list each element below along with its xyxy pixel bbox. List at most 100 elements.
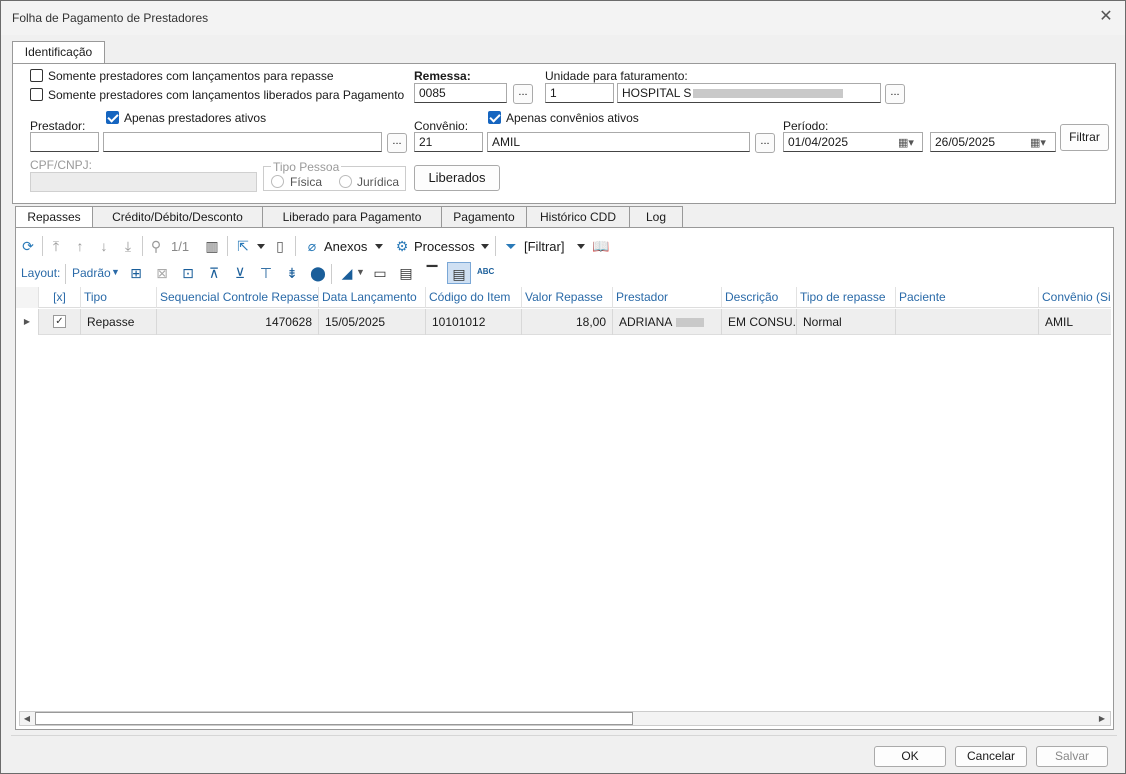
scroll-left-icon[interactable]: ◀ — [21, 712, 33, 725]
checkbox-prestadores-ativos[interactable] — [106, 111, 119, 124]
anexos-button[interactable]: Anexos — [324, 239, 367, 254]
last-record-icon[interactable]: ⤓ — [120, 238, 136, 254]
tab-credito-debito[interactable]: Crédito/Débito/Desconto — [92, 206, 263, 228]
scroll-thumb[interactable] — [35, 712, 633, 725]
convenio-name-input[interactable]: AMIL — [487, 132, 750, 152]
delete-layout-icon[interactable]: ⊠ — [154, 265, 170, 281]
filtrar-toolbar-button[interactable]: [Filtrar] — [524, 239, 564, 254]
remessa-input[interactable]: 0085 — [414, 83, 507, 103]
horizontal-scrollbar[interactable]: ◀ ▶ — [19, 711, 1111, 726]
convenio-lookup-button[interactable]: ... — [755, 133, 775, 153]
prestadores-ativos-label: Apenas prestadores ativos — [124, 111, 267, 125]
abc-icon[interactable]: ABC — [477, 267, 494, 276]
calendar-icon[interactable]: ▦▾ — [898, 136, 914, 149]
download-layout-icon[interactable]: ⊻ — [232, 265, 248, 281]
layout-select[interactable]: Padrão — [72, 266, 111, 280]
col-valor[interactable]: Valor Repasse — [522, 287, 613, 308]
save-button[interactable]: Salvar — [1036, 746, 1108, 767]
remessa-lookup-button[interactable]: ... — [513, 84, 533, 104]
search-icon[interactable]: ⚲ — [148, 238, 164, 254]
checkbox-repasse[interactable] — [30, 69, 43, 82]
add-layout-icon[interactable]: ⊞ — [128, 265, 144, 281]
chevron-down-icon[interactable]: ▼ — [111, 267, 120, 277]
cancel-button[interactable]: Cancelar — [955, 746, 1027, 767]
checkbox-liberados[interactable] — [30, 88, 43, 101]
unidade-name-input[interactable]: HOSPITAL S — [617, 83, 881, 103]
band-icon[interactable]: ▤ — [398, 265, 414, 281]
group-icon[interactable]: ⬤ — [310, 265, 326, 281]
prestador-name-input[interactable] — [103, 132, 382, 152]
close-icon[interactable]: ✕ — [1097, 8, 1115, 26]
calendar-icon[interactable]: ▦▾ — [1030, 136, 1046, 149]
chevron-down-icon[interactable] — [375, 244, 383, 249]
window-title: Folha de Pagamento de Prestadores — [12, 11, 209, 25]
prestador-code-input[interactable] — [30, 132, 99, 152]
cpf-input[interactable] — [30, 172, 257, 192]
col-prestador[interactable]: Prestador — [613, 287, 722, 308]
pin-icon[interactable]: ⊤ — [258, 265, 274, 281]
unidade-lookup-button[interactable]: ... — [885, 84, 905, 104]
liberados-button[interactable]: Liberados — [414, 165, 500, 191]
convenio-code-input[interactable]: 21 — [414, 132, 483, 152]
document-icon[interactable]: ▯ — [272, 238, 288, 254]
header-icon[interactable]: ▔ — [424, 265, 440, 281]
cell-paciente — [896, 309, 1039, 335]
table-row[interactable]: ▶ ✓ Repasse 1470628 15/05/2025 10101012 … — [16, 309, 1111, 335]
gear-icon[interactable]: ⚙ — [394, 238, 410, 254]
first-record-icon[interactable]: ⤒ — [48, 238, 64, 254]
col-paciente[interactable]: Paciente — [896, 287, 1039, 308]
book-icon[interactable]: 📖 — [592, 238, 609, 254]
row-select-cell[interactable]: ✓ — [39, 309, 81, 335]
tab-historico-cdd[interactable]: Histórico CDD — [526, 206, 630, 228]
refresh-icon[interactable]: ⟳ — [20, 238, 36, 254]
tab-repasses[interactable]: Repasses — [15, 206, 93, 229]
col-descricao[interactable]: Descrição — [722, 287, 797, 308]
row-checkbox[interactable]: ✓ — [53, 315, 66, 328]
upload-layout-icon[interactable]: ⊼ — [206, 265, 222, 281]
chevron-down-icon[interactable] — [577, 244, 585, 249]
remessa-label: Remessa: — [414, 69, 471, 83]
redacted-text — [693, 89, 844, 99]
scroll-right-icon[interactable]: ▶ — [1096, 712, 1108, 725]
tab-pagamento[interactable]: Pagamento — [441, 206, 527, 228]
col-sequencial[interactable]: Sequencial Controle Repasse — [157, 287, 319, 308]
col-tipo-repasse[interactable]: Tipo de repasse — [797, 287, 896, 308]
col-select[interactable]: [x] — [39, 287, 81, 308]
unidade-name-text: HOSPITAL S — [622, 86, 692, 100]
radio-fisica[interactable] — [271, 175, 284, 188]
sort-icon[interactable]: ⇟ — [284, 265, 300, 281]
tab-log[interactable]: Log — [629, 206, 683, 228]
next-record-icon[interactable]: ↓ — [96, 238, 112, 254]
radio-juridica[interactable] — [339, 175, 352, 188]
periodo-label: Período: — [783, 119, 829, 133]
tab-identificacao[interactable]: Identificação — [12, 41, 105, 64]
filter-icon[interactable]: ⏷ — [503, 238, 519, 254]
toolbar-separator — [295, 236, 296, 256]
col-codigo[interactable]: Código do Item — [426, 287, 522, 308]
tab-liberado-pagamento[interactable]: Liberado para Pagamento — [262, 206, 442, 228]
previous-record-icon[interactable]: ↑ — [72, 238, 88, 254]
export-icon[interactable]: ⇱ — [235, 238, 251, 254]
prestador-lookup-button[interactable]: ... — [387, 133, 407, 153]
processos-button[interactable]: Processos — [414, 239, 475, 254]
save-layout-icon[interactable]: ⊡ — [180, 265, 196, 281]
attachment-icon[interactable]: ⌀ — [304, 238, 320, 254]
col-convenio[interactable]: Convênio (Sigl — [1039, 287, 1111, 308]
row-height-icon[interactable]: ▤ — [447, 262, 471, 284]
checkbox-liberados-label: Somente prestadores com lançamentos libe… — [48, 88, 405, 102]
ok-button[interactable]: OK — [874, 746, 946, 767]
footer-icon[interactable]: ▭ — [372, 265, 388, 281]
toolbar-separator — [142, 236, 143, 256]
chevron-down-icon[interactable] — [257, 244, 265, 249]
unidade-code-input[interactable]: 1 — [545, 83, 614, 103]
col-tipo[interactable]: Tipo — [81, 287, 157, 308]
checkbox-convenios-ativos[interactable] — [488, 111, 501, 124]
chevron-down-icon[interactable]: ▼ — [356, 267, 365, 277]
col-data[interactable]: Data Lançamento — [319, 287, 426, 308]
chart-icon[interactable]: ◢ — [339, 265, 355, 281]
filtrar-button[interactable]: Filtrar — [1060, 124, 1109, 151]
columns-icon[interactable]: ▥ — [204, 238, 220, 254]
row-indicator-header — [16, 287, 39, 308]
chevron-down-icon[interactable] — [481, 244, 489, 249]
grid-header: [x] Tipo Sequencial Controle Repasse Dat… — [16, 287, 1111, 308]
